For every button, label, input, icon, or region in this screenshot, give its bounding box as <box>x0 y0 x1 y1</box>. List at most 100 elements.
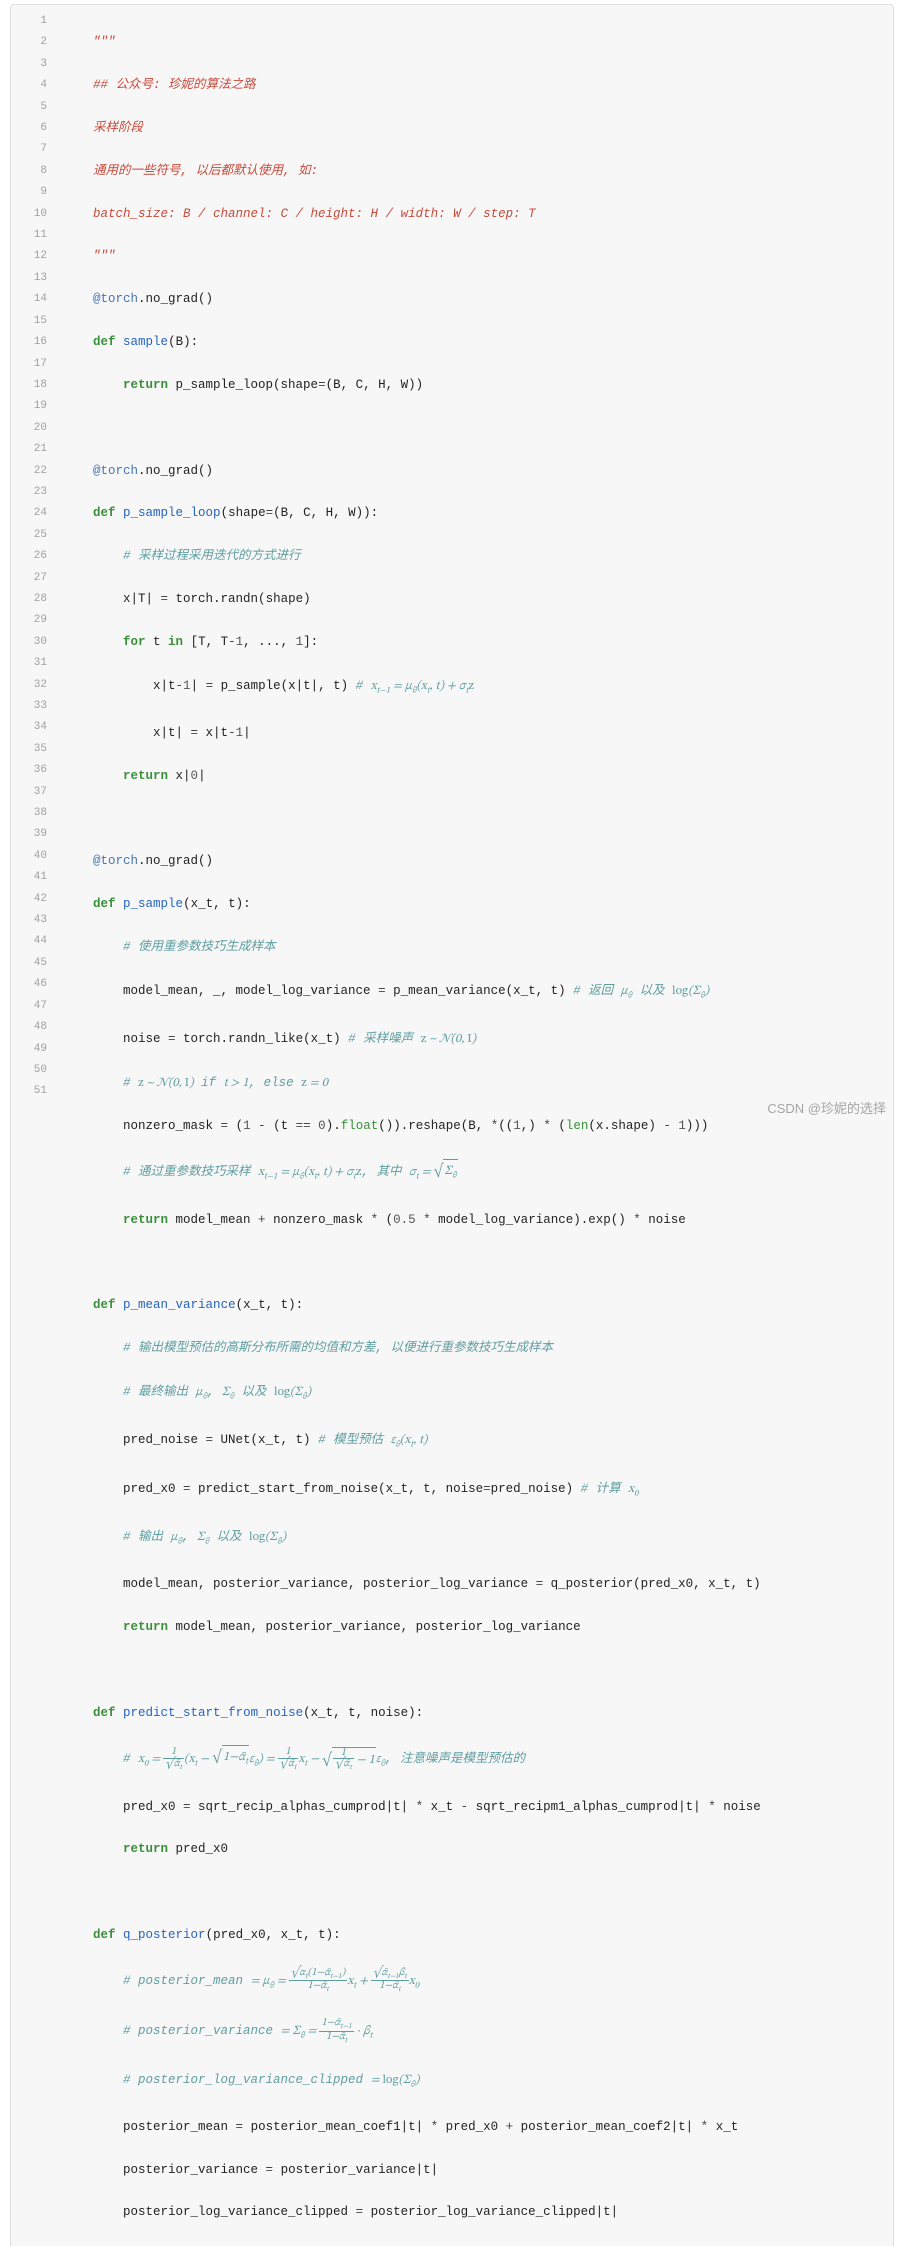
line-number: 19 <box>11 396 47 417</box>
code: (x.shape) <box>588 1119 663 1133</box>
code: nonzero_mask <box>266 1213 371 1227</box>
code-block: 1 2 3 4 5 6 7 8 9 10 11 12 13 14 15 16 1… <box>10 4 894 2246</box>
code-content[interactable]: """ ## 公众号: 珍妮的算法之路 采样阶段 通用的一些符号, 以后都默认使… <box>51 5 893 2246</box>
code-line: def p_mean_variance(x_t, t): <box>63 1295 893 1316</box>
line-number: 21 <box>11 439 47 460</box>
math-formula: εθ(xt, t) <box>391 1433 428 1446</box>
math-formula: σt = √Σθ <box>409 1165 457 1178</box>
expr: (B, C, H, W)) <box>326 378 424 392</box>
cmt: 以及 <box>632 984 672 998</box>
code-line: x|T| = torch.randn(shape) <box>63 589 893 610</box>
math-formula: μθ <box>171 1530 182 1543</box>
code-line: # z ~ 𝒩(0, I) if t > 1, else z = 0 <box>63 1072 893 1094</box>
code: sqrt_recipm1_alphas_cumprod|t| <box>468 1800 708 1814</box>
code-line: # 通过重参数技巧采样 xt−1 = μθ(xt, t) + σtz, 其中 σ… <box>63 1159 893 1189</box>
eq: = <box>266 2163 274 2177</box>
code: noise <box>123 1032 168 1046</box>
code-line: # 使用重参数技巧生成样本 <box>63 937 893 958</box>
code: ( <box>551 1119 566 1133</box>
code-line: return model_mean, posterior_variance, p… <box>63 1617 893 1638</box>
code-line: return pred_x0 <box>63 1839 893 1860</box>
line-number: 17 <box>11 354 47 375</box>
line-number: 35 <box>11 739 47 760</box>
cmt: # posterior_mean <box>123 1974 251 1988</box>
function-name: p_sample_loop <box>123 506 221 520</box>
eq: = <box>318 378 326 392</box>
line-number: 1 <box>11 11 47 32</box>
eq: = <box>168 1032 176 1046</box>
code: x|t| <box>153 726 191 740</box>
code-line: def p_sample(x_t, t): <box>63 894 893 915</box>
code-line: return p_sample_loop(shape=(B, C, H, W)) <box>63 375 893 396</box>
cmt: 以及 <box>209 1530 249 1544</box>
comment: # 采样过程采用迭代的方式进行 <box>123 549 301 563</box>
comment: # 输出 μθ, Σθ 以及 log(Σθ) <box>123 1530 286 1544</box>
docstring: """ <box>93 249 116 263</box>
line-number: 3 <box>11 54 47 75</box>
function-name: predict_start_from_noise <box>123 1706 303 1720</box>
math-formula: = μθ = √αt(1−ᾱt−1)1−ᾱtxt + √ᾱt−1βt1−ᾱtx0 <box>251 1974 419 1987</box>
code: predict_start_from_noise(x_t, t, noise <box>191 1482 484 1496</box>
code-line: @torch.no_grad() <box>63 289 893 310</box>
line-number: 34 <box>11 717 47 738</box>
minus: - <box>461 1800 469 1814</box>
keyword-return: return <box>123 378 168 392</box>
number: 1 <box>243 1119 251 1133</box>
code-line: # posterior_mean = μθ = √αt(1−ᾱt−1)1−ᾱtx… <box>63 1968 893 1997</box>
args: (shape <box>221 506 266 520</box>
line-number: 26 <box>11 546 47 567</box>
code-line: for t in [T, T-1, ..., 1]: <box>63 632 893 653</box>
args: (B, C, H, W)): <box>273 506 378 520</box>
keyword-def: def <box>93 1928 116 1942</box>
code: noise <box>716 1800 761 1814</box>
code-line <box>63 1882 893 1903</box>
code: , <box>281 635 296 649</box>
eq: = <box>378 984 386 998</box>
code-line: def q_posterior(pred_x0, x_t, t): <box>63 1925 893 1946</box>
code: model_mean <box>168 1213 258 1227</box>
code-line: return model_mean + nonzero_mask * (0.5 … <box>63 1210 893 1231</box>
comment: # z ~ 𝒩(0, I) if t > 1, else z = 0 <box>123 1076 328 1090</box>
code-line: def sample(B): <box>63 332 893 353</box>
code: model_mean, posterior_variance, posterio… <box>123 1577 536 1591</box>
code: nonzero_mask <box>123 1119 221 1133</box>
star: * <box>431 2120 439 2134</box>
math-formula: x0 = 1√ᾱt(xt − √1−ᾱtεθ) = 1√ᾱtxt − √1√ᾱt… <box>138 1752 385 1765</box>
code-line: noise = torch.randn_like(x_t) # 采样噪声 z ~… <box>63 1028 893 1050</box>
code-line <box>63 809 893 830</box>
line-number: 43 <box>11 910 47 931</box>
function-name: q_posterior <box>123 1928 206 1942</box>
math-formula: Σθ <box>197 1530 209 1543</box>
code-line: posterior_variance = posterior_variance|… <box>63 2160 893 2181</box>
eq: = <box>161 592 169 606</box>
args: (B): <box>168 335 198 349</box>
code: torch.randn(shape) <box>168 592 311 606</box>
comment: # x0 = 1√ᾱt(xt − √1−ᾱtεθ) = 1√ᾱtxt − √1√… <box>123 1752 525 1766</box>
comment: # 最终输出 μθ, Σθ 以及 log(Σθ) <box>123 1385 311 1399</box>
line-number: 25 <box>11 525 47 546</box>
number: 1 <box>183 679 191 693</box>
code-line <box>63 418 893 439</box>
builtin: float <box>341 1119 379 1133</box>
cmt: # 模型预估 <box>318 1433 391 1447</box>
comment: # 采样噪声 z ~ 𝒩(0, I) <box>348 1032 476 1046</box>
cmt: # 采样噪声 <box>348 1032 421 1046</box>
comment: # 通过重参数技巧采样 xt−1 = μθ(xt, t) + σtz, 其中 σ… <box>123 1165 458 1179</box>
cmt: if <box>194 1076 224 1090</box>
docstring: 通用的一些符号, 以后都默认使用, 如: <box>93 164 318 178</box>
comment: # 计算 x0 <box>581 1482 639 1496</box>
docstring: 采样阶段 <box>93 121 143 135</box>
code: ()).reshape(B, <box>378 1119 491 1133</box>
cmt: # <box>123 1076 138 1090</box>
cmt: # posterior_log_variance_clipped <box>123 2073 371 2087</box>
line-number: 37 <box>11 782 47 803</box>
line-number: 15 <box>11 311 47 332</box>
code: | <box>243 726 251 740</box>
code: q_posterior(pred_x0, x_t, t) <box>543 1577 761 1591</box>
comment: # 模型预估 εθ(xt, t) <box>318 1433 427 1447</box>
line-number: 11 <box>11 225 47 246</box>
number: 0 <box>191 769 199 783</box>
math-formula: x0 <box>628 1482 638 1495</box>
cmt: # 最终输出 <box>123 1385 196 1399</box>
code-line: def p_sample_loop(shape=(B, C, H, W)): <box>63 503 893 524</box>
